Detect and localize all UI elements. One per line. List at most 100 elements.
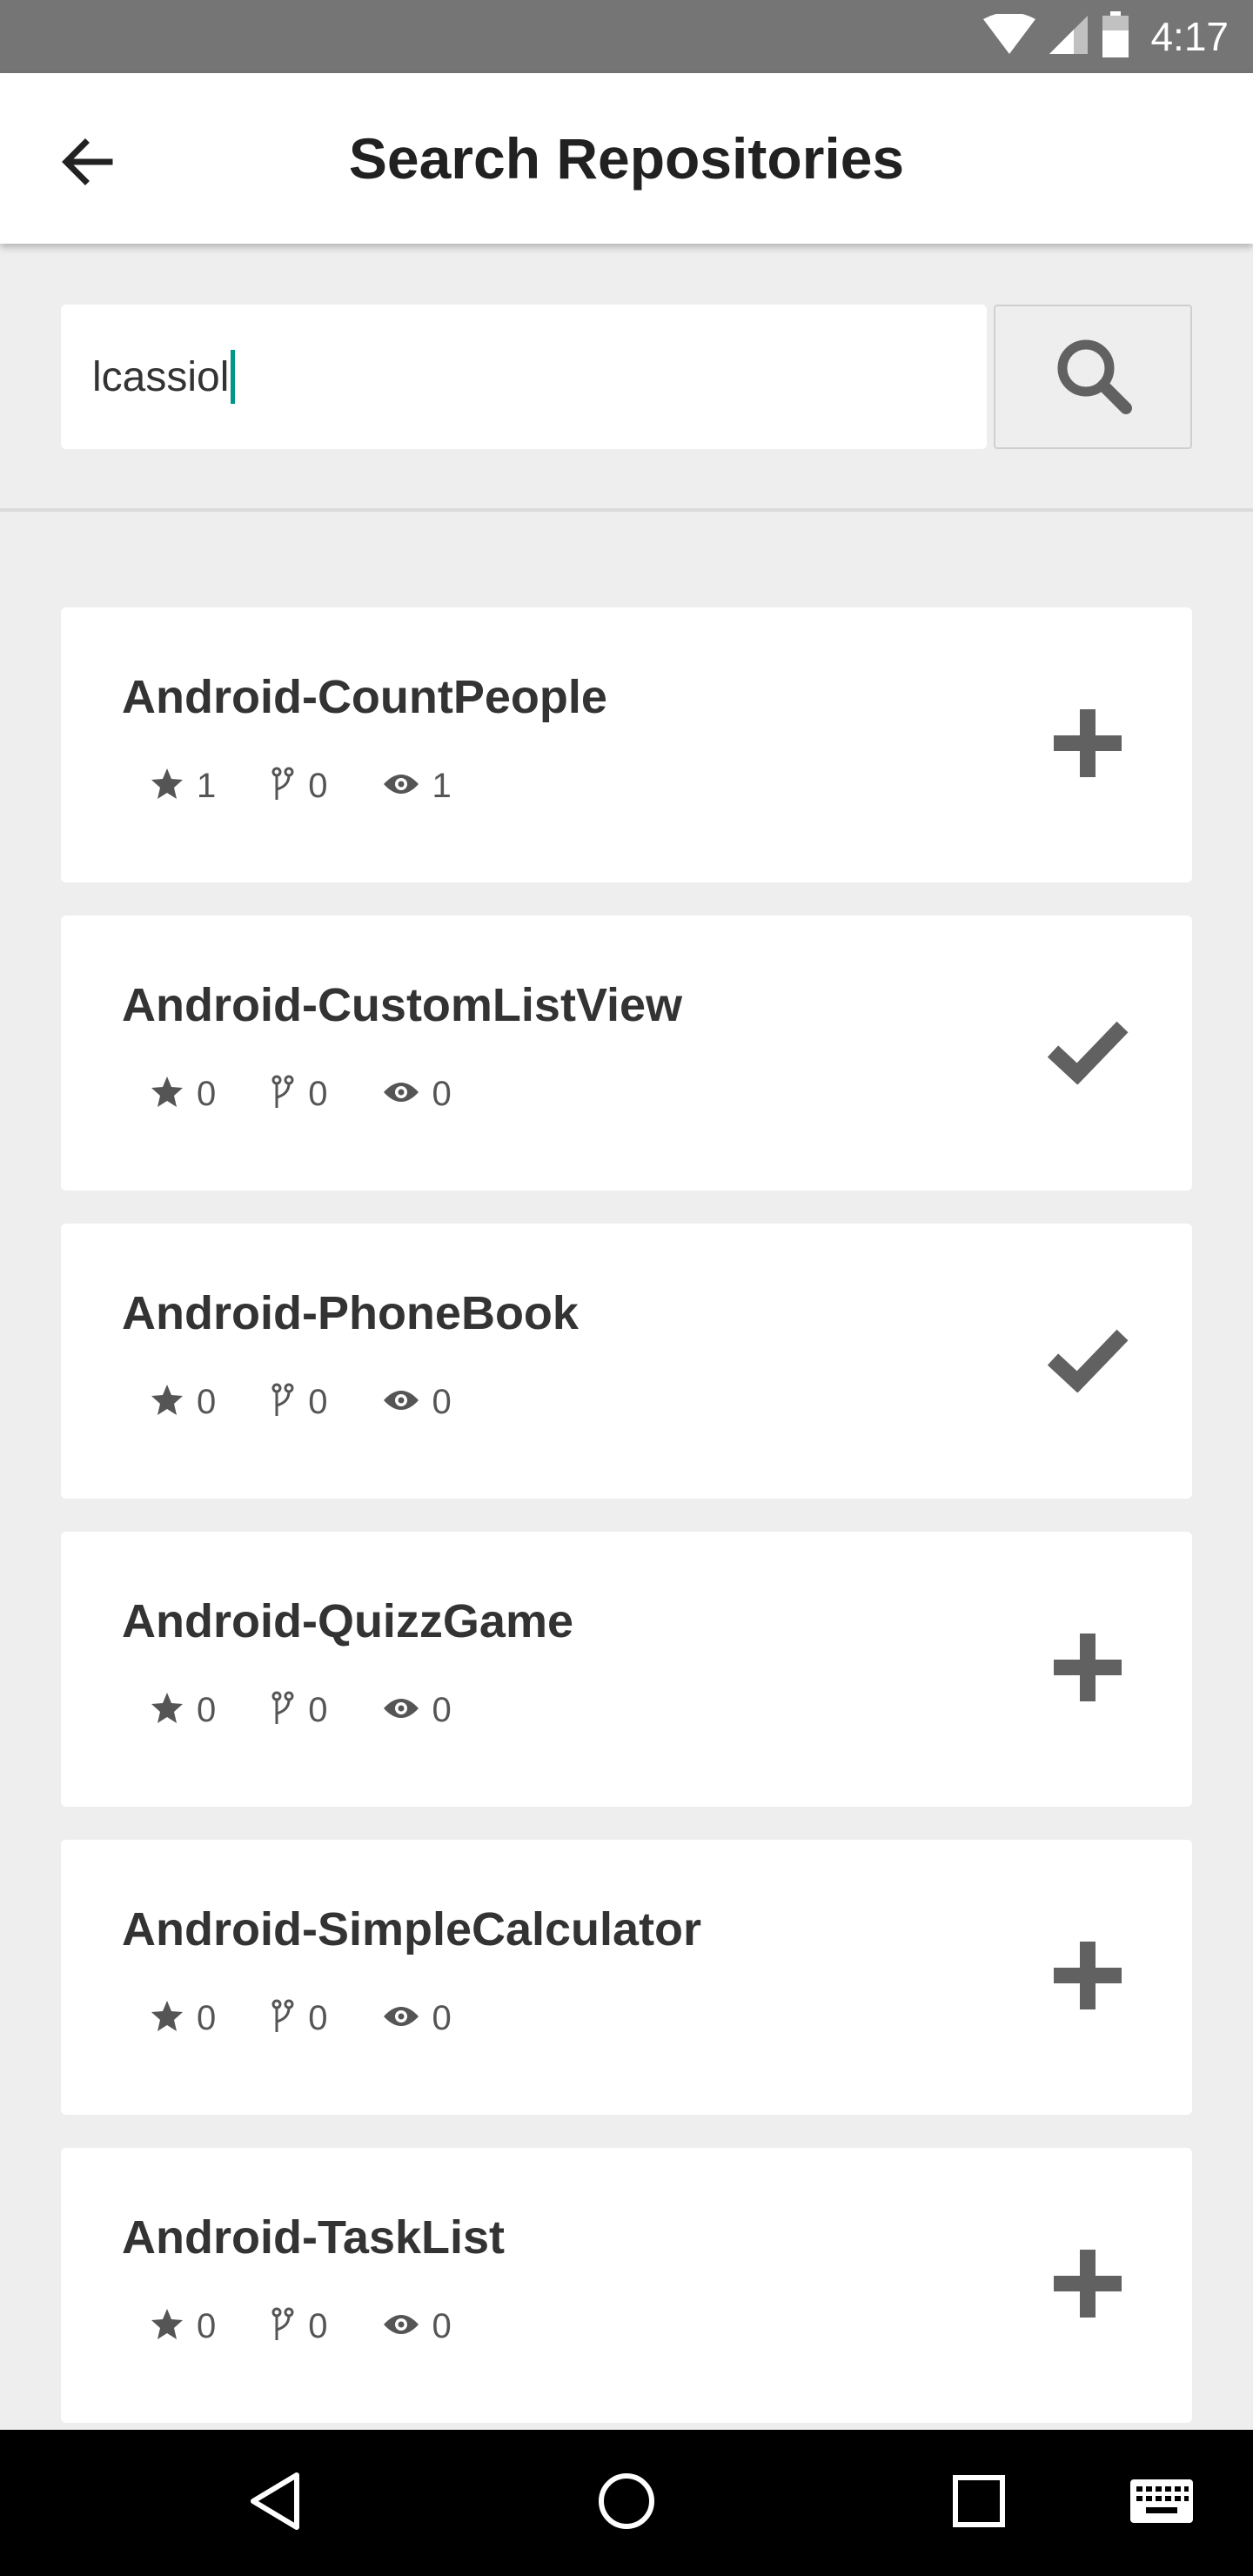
eye-icon — [382, 770, 420, 802]
battery-icon — [1102, 10, 1129, 63]
navigation-bar — [0, 2430, 1253, 2576]
eye-icon — [382, 1078, 420, 1110]
watchers-stat: 0 — [382, 2307, 452, 2346]
star-icon — [150, 2307, 184, 2346]
add-repo-button[interactable] — [1035, 1617, 1140, 1721]
stars-stat: 0 — [150, 1999, 216, 2038]
check-icon — [1046, 1326, 1129, 1397]
page-title: Search Repositories — [348, 126, 905, 191]
forks-count: 0 — [308, 1999, 328, 2037]
nav-back-button[interactable] — [231, 2459, 318, 2546]
repo-stats: 1 0 1 — [150, 767, 506, 806]
status-icons: 4:17 — [983, 0, 1229, 73]
arrow-back-icon — [59, 134, 115, 194]
forks-count: 0 — [308, 1691, 328, 1729]
stars-stat: 0 — [150, 1383, 216, 1422]
stars-count: 0 — [197, 1075, 217, 1113]
repo-stats: 0 0 0 — [150, 1999, 506, 2038]
watchers-count: 0 — [432, 1075, 452, 1113]
eye-icon — [382, 1694, 420, 1727]
fork-icon — [270, 1075, 296, 1114]
watchers-stat: 0 — [382, 1691, 452, 1730]
forks-count: 0 — [308, 2307, 328, 2345]
add-repo-button[interactable] — [1035, 1925, 1140, 2029]
repo-stats: 0 0 0 — [150, 1383, 506, 1422]
plus-icon — [1050, 706, 1125, 785]
fork-icon — [270, 2307, 296, 2346]
nav-keyboard-button[interactable] — [1118, 2459, 1205, 2546]
star-icon — [150, 1999, 184, 2038]
stars-count: 0 — [197, 1691, 217, 1729]
stars-stat: 1 — [150, 767, 216, 806]
add-repo-button[interactable] — [1035, 2233, 1140, 2338]
search-button[interactable] — [994, 305, 1192, 449]
app-bar: Search Repositories — [0, 73, 1253, 244]
star-icon — [150, 1383, 184, 1422]
watchers-count: 0 — [432, 2307, 452, 2345]
repo-stats: 0 0 0 — [150, 1691, 506, 1730]
star-icon — [150, 1691, 184, 1730]
repo-name: Android-CountPeople — [122, 671, 607, 723]
repo-stats: 0 0 0 — [150, 2307, 506, 2346]
eye-icon — [382, 2311, 420, 2343]
repo-card[interactable]: Android-SimpleCalculator 0 0 0 — [61, 1840, 1192, 2115]
repo-card[interactable]: Android-PhoneBook 0 0 0 — [61, 1224, 1192, 1499]
status-time: 4:17 — [1150, 14, 1229, 59]
stars-count: 0 — [197, 1999, 217, 2037]
forks-stat: 0 — [270, 2307, 328, 2346]
plus-icon — [1050, 1938, 1125, 2017]
repo-added-button[interactable] — [1035, 1309, 1140, 1413]
fork-icon — [270, 1383, 296, 1422]
circle-home-icon — [596, 2471, 657, 2536]
text-caret — [231, 350, 236, 404]
repo-card[interactable]: Android-QuizzGame 0 0 0 — [61, 1532, 1192, 1807]
forks-count: 0 — [308, 1383, 328, 1421]
watchers-count: 1 — [432, 767, 452, 805]
repo-name: Android-TaskList — [122, 2211, 506, 2264]
eye-icon — [382, 2002, 420, 2035]
stars-count: 0 — [197, 1383, 217, 1421]
watchers-stat: 1 — [382, 767, 452, 806]
forks-count: 0 — [308, 1075, 328, 1113]
cell-signal-icon — [1048, 14, 1089, 60]
stars-count: 0 — [197, 2307, 217, 2345]
search-input[interactable]: lcassiol — [61, 305, 987, 449]
forks-stat: 0 — [270, 1383, 328, 1422]
add-repo-button[interactable] — [1035, 693, 1140, 797]
star-icon — [150, 767, 184, 806]
stars-count: 1 — [197, 767, 217, 805]
plus-icon — [1050, 2246, 1125, 2325]
status-bar: 4:17 — [0, 0, 1253, 73]
repo-name: Android-SimpleCalculator — [122, 1903, 702, 1955]
watchers-count: 0 — [432, 1691, 452, 1729]
nav-home-button[interactable] — [583, 2459, 670, 2546]
search-icon — [1053, 335, 1133, 419]
repo-list: Android-CountPeople 1 0 1 Android-Custom… — [61, 607, 1192, 2456]
fork-icon — [270, 1691, 296, 1730]
forks-count: 0 — [308, 767, 328, 805]
forks-stat: 0 — [270, 1691, 328, 1730]
keyboard-icon — [1130, 2479, 1193, 2527]
fork-icon — [270, 767, 296, 806]
watchers-stat: 0 — [382, 1075, 452, 1114]
plus-icon — [1050, 1630, 1125, 1709]
repo-added-button[interactable] — [1035, 1001, 1140, 1105]
repo-card[interactable]: Android-CountPeople 1 0 1 — [61, 607, 1192, 882]
search-input-value: lcassiol — [92, 353, 230, 400]
nav-recents-button[interactable] — [935, 2459, 1022, 2546]
watchers-stat: 0 — [382, 1999, 452, 2038]
repo-card[interactable]: Android-TaskList 0 0 0 — [61, 2148, 1192, 2423]
watchers-stat: 0 — [382, 1383, 452, 1422]
star-icon — [150, 1075, 184, 1114]
forks-stat: 0 — [270, 1075, 328, 1114]
fork-icon — [270, 1999, 296, 2038]
search-area: lcassiol — [0, 244, 1253, 512]
back-button[interactable] — [44, 120, 131, 207]
stars-stat: 0 — [150, 2307, 216, 2346]
triangle-back-icon — [246, 2471, 302, 2536]
stars-stat: 0 — [150, 1075, 216, 1114]
repo-card[interactable]: Android-CustomListView 0 0 0 — [61, 916, 1192, 1191]
watchers-count: 0 — [432, 1383, 452, 1421]
repo-name: Android-QuizzGame — [122, 1595, 574, 1647]
repo-name: Android-PhoneBook — [122, 1287, 579, 1339]
